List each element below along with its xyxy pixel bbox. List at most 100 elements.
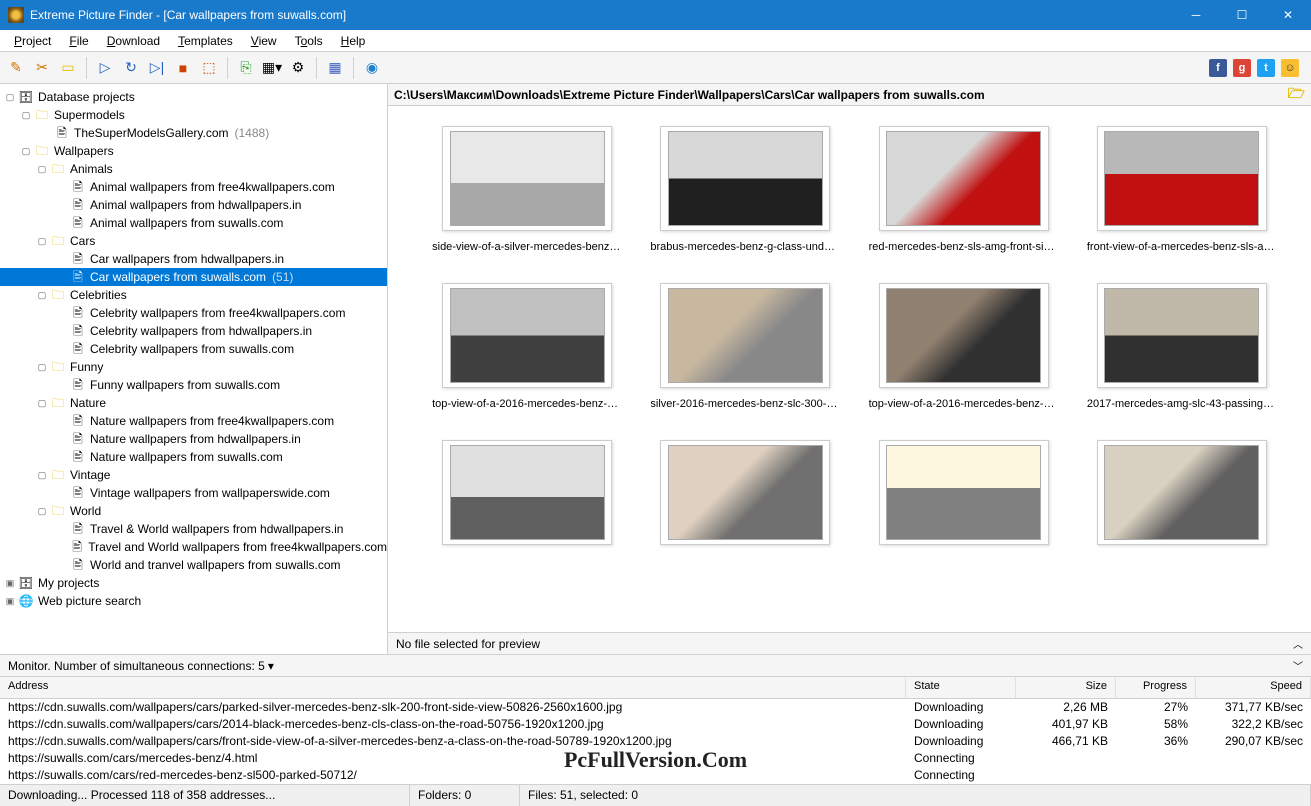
thumbnail-label: 2017-mercedes-amg-slc-43-passing-b...: [1087, 398, 1277, 410]
menu-view[interactable]: View: [243, 32, 285, 50]
table-row[interactable]: https://suwalls.com/cars/mercedes-benz/4…: [0, 750, 1311, 767]
tree-supermodels[interactable]: ▢🗀Supermodels: [0, 106, 387, 124]
thumbnail[interactable]: [865, 440, 1063, 555]
thumbnail[interactable]: side-view-of-a-silver-mercedes-benz-...: [428, 126, 626, 253]
menu-tools[interactable]: Tools: [287, 32, 331, 50]
tree-myprojects[interactable]: ▣🗄My projects: [0, 574, 387, 592]
tree-wallpapers[interactable]: ▢🗀Wallpapers: [0, 142, 387, 160]
tree-world[interactable]: ▢🗀World: [0, 502, 387, 520]
tree-item[interactable]: 🖹Nature wallpapers from hdwallpapers.in: [0, 430, 387, 448]
expand-preview-button[interactable]: ︿: [1293, 636, 1303, 651]
thumbnail[interactable]: silver-2016-mercedes-benz-slc-300-o...: [646, 283, 844, 410]
gear-button[interactable]: ⚙: [286, 56, 310, 80]
tree-root[interactable]: ▢🗄Database projects: [0, 88, 387, 106]
col-state[interactable]: State: [906, 677, 1016, 698]
col-address[interactable]: Address: [0, 677, 906, 698]
tree-item[interactable]: 🖹Nature wallpapers from suwalls.com: [0, 448, 387, 466]
thumbnail[interactable]: [1083, 440, 1281, 555]
calendar-button[interactable]: ▦▾: [260, 56, 284, 80]
menu-project[interactable]: Project: [6, 32, 59, 50]
menu-file[interactable]: File: [61, 32, 96, 50]
new-project-button[interactable]: ✎: [4, 56, 28, 80]
thumbnail-grid[interactable]: side-view-of-a-silver-mercedes-benz-... b…: [388, 106, 1311, 632]
tree-item[interactable]: 🖹Animal wallpapers from hdwallpapers.in: [0, 196, 387, 214]
thumbnail[interactable]: [646, 440, 844, 555]
tree-cars[interactable]: ▢🗀Cars: [0, 232, 387, 250]
thumbnail[interactable]: brabus-mercedes-benz-g-class-under-...: [646, 126, 844, 253]
table-row[interactable]: https://cdn.suwalls.com/wallpapers/cars/…: [0, 699, 1311, 716]
tree-websearch[interactable]: ▣🌐Web picture search: [0, 592, 387, 610]
tree-item[interactable]: 🖹Travel and World wallpapers from free4k…: [0, 538, 387, 556]
col-progress[interactable]: Progress: [1116, 677, 1196, 698]
tree-item[interactable]: 🖹Car wallpapers from hdwallpapers.in: [0, 250, 387, 268]
col-size[interactable]: Size: [1016, 677, 1116, 698]
col-speed[interactable]: Speed: [1196, 677, 1311, 698]
tree-item[interactable]: 🖹Vintage wallpapers from wallpaperswide.…: [0, 484, 387, 502]
help-button[interactable]: ◉: [360, 56, 384, 80]
tree-nature[interactable]: ▢🗀Nature: [0, 394, 387, 412]
tree-item-selected[interactable]: 🖹Car wallpapers from suwalls.com(51): [0, 268, 387, 286]
thumbnail-label: brabus-mercedes-benz-g-class-under-...: [650, 241, 840, 253]
thumbnail[interactable]: front-view-of-a-mercedes-benz-sls-amg...: [1083, 126, 1281, 253]
note-button[interactable]: ▭: [56, 56, 80, 80]
tree-item[interactable]: 🖹Celebrity wallpapers from hdwallpapers.…: [0, 322, 387, 340]
path-bar: C:\Users\Максим\Downloads\Extreme Pictur…: [388, 84, 1311, 106]
tree-item[interactable]: 🖹Travel & World wallpapers from hdwallpa…: [0, 520, 387, 538]
open-folder-icon[interactable]: 🗁: [1288, 84, 1305, 107]
thumbnail[interactable]: top-view-of-a-2016-mercedes-benz-slc...: [865, 283, 1063, 410]
thumbnail[interactable]: [428, 440, 626, 555]
table-row[interactable]: https://cdn.suwalls.com/wallpapers/cars/…: [0, 733, 1311, 750]
tree-item[interactable]: 🖹Celebrity wallpapers from free4kwallpap…: [0, 304, 387, 322]
monitor-bar: Monitor. Number of simultaneous connecti…: [0, 654, 1311, 676]
app-icon: [8, 7, 24, 23]
titlebar: Extreme Picture Finder - [Car wallpapers…: [0, 0, 1311, 30]
export-button[interactable]: ⎘: [234, 56, 258, 80]
tree-item[interactable]: 🖹Animal wallpapers from free4kwallpapers…: [0, 178, 387, 196]
refresh-button[interactable]: ↻: [119, 56, 143, 80]
play-button[interactable]: ▷: [93, 56, 117, 80]
settings-button[interactable]: ✂: [30, 56, 54, 80]
tree-item[interactable]: 🖹Animal wallpapers from suwalls.com: [0, 214, 387, 232]
tree-item[interactable]: 🖹TheSuperModelsGallery.com(1488): [0, 124, 387, 142]
tree-celebrities[interactable]: ▢🗀Celebrities: [0, 286, 387, 304]
toolbar: ✎ ✂ ▭ ▷ ↻ ▷| ■ ⬚ ⎘ ▦▾ ⚙ ▦ ◉ f g t ☺: [0, 52, 1311, 84]
collapse-monitor-button[interactable]: ﹀: [1293, 658, 1303, 673]
table-row[interactable]: https://cdn.suwalls.com/wallpapers/cars/…: [0, 716, 1311, 733]
thumbnail[interactable]: top-view-of-a-2016-mercedes-benz-slc...: [428, 283, 626, 410]
close-button[interactable]: ✕: [1265, 0, 1311, 30]
maximize-button[interactable]: ☐: [1219, 0, 1265, 30]
grid-button[interactable]: ▦: [323, 56, 347, 80]
tree-item[interactable]: 🖹Nature wallpapers from free4kwallpapers…: [0, 412, 387, 430]
monkey-icon[interactable]: ☺: [1281, 59, 1299, 77]
minimize-button[interactable]: ─: [1173, 0, 1219, 30]
thumbnail-label: red-mercedes-benz-sls-amg-front-side...: [869, 241, 1059, 253]
menu-templates[interactable]: Templates: [170, 32, 241, 50]
facebook-icon[interactable]: f: [1209, 59, 1227, 77]
download-table: Address State Size Progress Speed https:…: [0, 676, 1311, 784]
tree-item[interactable]: 🖹Funny wallpapers from suwalls.com: [0, 376, 387, 394]
thumbnail[interactable]: 2017-mercedes-amg-slc-43-passing-b...: [1083, 283, 1281, 410]
menu-download[interactable]: Download: [99, 32, 168, 50]
tree-funny[interactable]: ▢🗀Funny: [0, 358, 387, 376]
tree-animals[interactable]: ▢🗀Animals: [0, 160, 387, 178]
tree-vintage[interactable]: ▢🗀Vintage: [0, 466, 387, 484]
skip-button[interactable]: ▷|: [145, 56, 169, 80]
tree-item[interactable]: 🖹Celebrity wallpapers from suwalls.com: [0, 340, 387, 358]
google-icon[interactable]: g: [1233, 59, 1251, 77]
tree-panel[interactable]: ▢🗄Database projects ▢🗀Supermodels 🖹TheSu…: [0, 84, 388, 654]
menu-help[interactable]: Help: [333, 32, 374, 50]
thumbnail[interactable]: red-mercedes-benz-sls-amg-front-side...: [865, 126, 1063, 253]
table-row[interactable]: https://suwalls.com/cars/red-mercedes-be…: [0, 767, 1311, 784]
twitter-icon[interactable]: t: [1257, 59, 1275, 77]
tree-item[interactable]: 🖹World and tranvel wallpapers from suwal…: [0, 556, 387, 574]
preview-bar: No file selected for preview ︿: [388, 632, 1311, 654]
status-main: Downloading... Processed 118 of 358 addr…: [0, 785, 410, 806]
monitor-label: Monitor. Number of simultaneous connecti…: [8, 659, 265, 673]
thumbnail-label: top-view-of-a-2016-mercedes-benz-slc...: [869, 398, 1059, 410]
stop-all-button[interactable]: ⬚: [197, 56, 221, 80]
thumbnail-label: top-view-of-a-2016-mercedes-benz-slc...: [432, 398, 622, 410]
connections-dropdown[interactable]: ▾: [268, 659, 274, 673]
statusbar: Downloading... Processed 118 of 358 addr…: [0, 784, 1311, 806]
stop-button[interactable]: ■: [171, 56, 195, 80]
window-title: Extreme Picture Finder - [Car wallpapers…: [30, 8, 1173, 22]
